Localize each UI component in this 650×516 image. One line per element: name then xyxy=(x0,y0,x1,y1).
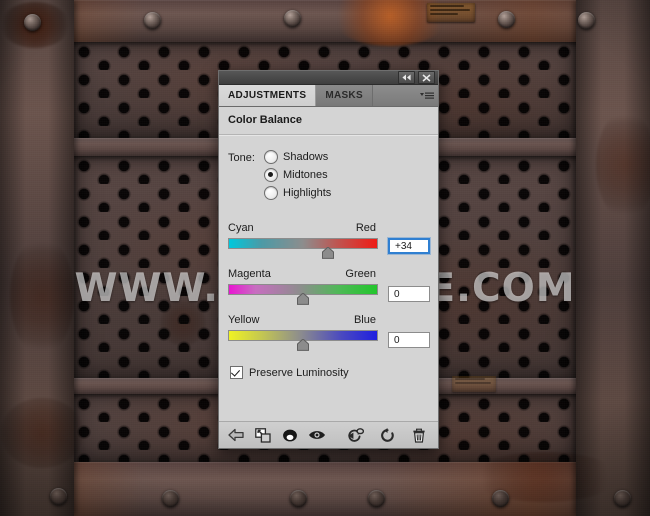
rivet xyxy=(50,488,67,505)
toggle-layer-mask-icon[interactable] xyxy=(281,426,299,444)
adjustments-panel: ADJUSTMENTS MASKS Color Balance Tone: Sh… xyxy=(218,70,439,449)
rail-right xyxy=(576,0,650,516)
panel-titlebar xyxy=(219,71,438,85)
rivet xyxy=(284,10,301,27)
slider-cyan-red: Cyan Red +34 xyxy=(219,222,438,259)
rivet xyxy=(578,12,595,29)
panel-body: Color Balance Tone: Shadows Midtones Hig… xyxy=(219,107,438,428)
radio-midtones-icon xyxy=(264,168,278,182)
rail-left xyxy=(0,0,74,516)
slider-cyan-red-labels: Cyan Red xyxy=(228,222,376,234)
background-label-plate-top xyxy=(427,3,475,22)
double-left-arrow-icon[interactable] xyxy=(398,71,415,84)
return-to-adjustment-list-icon[interactable] xyxy=(227,426,245,444)
rivet xyxy=(162,490,179,507)
tone-label: Tone: xyxy=(228,152,255,164)
preserve-luminosity-label: Preserve Luminosity xyxy=(249,366,349,379)
toggle-layer-visibility-icon[interactable] xyxy=(308,426,326,444)
radio-highlights[interactable]: Highlights xyxy=(264,186,331,200)
radio-highlights-label: Highlights xyxy=(283,187,332,199)
slider-cyan-red-right-label: Red xyxy=(355,222,376,234)
preserve-luminosity-row[interactable]: Preserve Luminosity xyxy=(219,360,438,379)
tab-masks-label: MASKS xyxy=(325,90,363,101)
slider-yellow-blue-right-label: Blue xyxy=(353,314,376,326)
beam-bottom xyxy=(0,462,650,516)
tone-section: Tone: Shadows Midtones Highlights xyxy=(219,136,438,200)
color-sliders: Cyan Red +34 Magenta Green 0 Yellow Blue… xyxy=(219,200,438,351)
panel-tab-bar: ADJUSTMENTS MASKS xyxy=(219,85,438,107)
rivet xyxy=(492,490,509,507)
slider-magenta-green-right-label: Green xyxy=(345,268,376,280)
slider-yellow-blue-labels: Yellow Blue xyxy=(228,314,376,326)
radio-shadows-icon xyxy=(264,150,278,164)
rivet xyxy=(144,12,161,29)
radio-midtones-label: Midtones xyxy=(283,169,328,181)
slider-yellow-blue: Yellow Blue 0 xyxy=(219,314,438,351)
radio-shadows-label: Shadows xyxy=(283,151,329,163)
reset-previous-state-icon[interactable] xyxy=(346,426,364,444)
slider-yellow-blue-left-label: Yellow xyxy=(228,314,260,326)
tab-adjustments[interactable]: ADJUSTMENTS xyxy=(219,85,317,106)
clip-to-layer-icon[interactable] xyxy=(254,426,272,444)
reset-adjustment-icon[interactable] xyxy=(378,426,396,444)
screenshot-root: WWW.PSD-DUDE.COM ADJUSTMENTS MAS xyxy=(0,0,650,516)
footer-icons-left xyxy=(219,426,326,444)
panel-menu-icon[interactable] xyxy=(420,91,434,101)
tab-adjustments-label: ADJUSTMENTS xyxy=(228,90,307,101)
delete-adjustment-layer-icon[interactable] xyxy=(410,426,428,444)
footer-icons-right xyxy=(346,426,438,444)
slider-magenta-green-value[interactable]: 0 xyxy=(388,286,430,302)
slider-yellow-blue-track[interactable] xyxy=(228,330,378,351)
slider-yellow-blue-value[interactable]: 0 xyxy=(388,332,430,348)
slider-magenta-green-labels: Magenta Green xyxy=(228,268,376,280)
radio-highlights-icon xyxy=(264,186,278,200)
slider-cyan-red-left-label: Cyan xyxy=(228,222,254,234)
rivet xyxy=(24,14,41,31)
rivet xyxy=(290,490,307,507)
panel-footer-toolbar xyxy=(219,421,438,448)
slider-yellow-blue-handle[interactable] xyxy=(297,339,310,351)
beam-top xyxy=(0,0,650,42)
slider-magenta-green: Magenta Green 0 xyxy=(219,268,438,305)
slider-cyan-red-value[interactable]: +34 xyxy=(388,238,430,254)
radio-midtones[interactable]: Midtones xyxy=(264,168,331,182)
slider-magenta-green-track[interactable] xyxy=(228,284,378,305)
radio-shadows[interactable]: Shadows xyxy=(264,150,331,164)
slider-magenta-green-left-label: Magenta xyxy=(228,268,271,280)
slider-magenta-green-handle[interactable] xyxy=(297,293,310,305)
close-icon[interactable] xyxy=(418,71,435,84)
tone-radio-group: Shadows Midtones Highlights xyxy=(264,150,331,200)
preserve-luminosity-checkbox[interactable] xyxy=(230,366,243,379)
tab-masks[interactable]: MASKS xyxy=(316,85,373,106)
rivet xyxy=(368,490,385,507)
slider-cyan-red-handle[interactable] xyxy=(322,247,335,259)
rivet xyxy=(614,490,631,507)
rivet xyxy=(498,11,515,28)
adjustment-title: Color Balance xyxy=(228,114,302,126)
background-label-plate-bottom xyxy=(452,376,496,392)
slider-cyan-red-track[interactable] xyxy=(228,238,378,259)
